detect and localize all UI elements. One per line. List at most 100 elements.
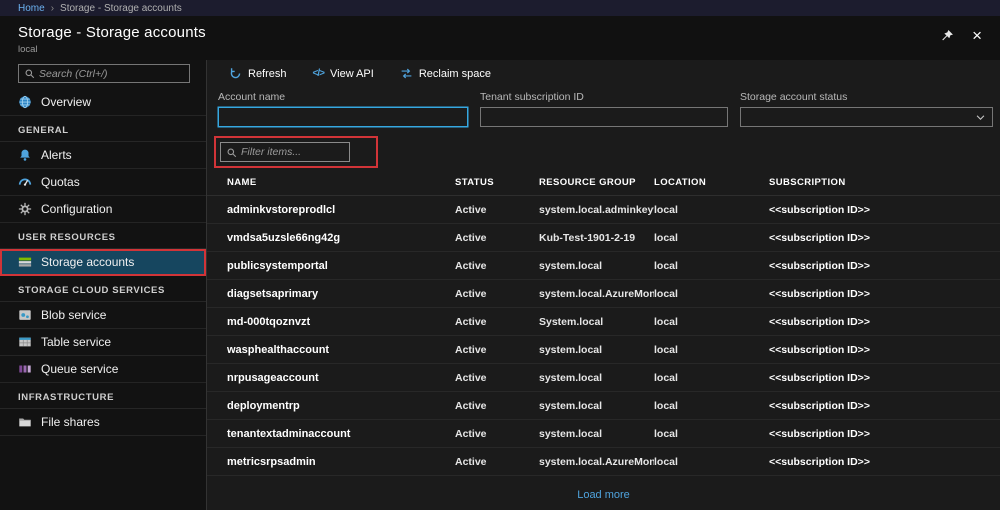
sidebar-section-heading: STORAGE CLOUD SERVICES [0, 276, 206, 302]
annotation-box-filter-items [214, 136, 378, 168]
cell-name: diagsetsaprimary [227, 288, 455, 300]
table-body: adminkvstoreprodlclActivesystem.local.ad… [207, 196, 1000, 476]
cell-resource-group: system.local [539, 344, 654, 356]
column-header-status[interactable]: STATUS [455, 177, 539, 188]
cell-resource-group: system.local [539, 428, 654, 440]
code-icon: </> [313, 68, 324, 79]
sidebar-item-file-shares[interactable]: File shares [0, 409, 206, 436]
cell-location: local [654, 428, 769, 440]
tenant-subscription-label: Tenant subscription ID [480, 91, 728, 103]
cell-status: Active [455, 456, 539, 468]
storage-accounts-table: NAMESTATUSRESOURCE GROUPLOCATIONSUBSCRIP… [207, 170, 1000, 503]
page-title: Storage - Storage accounts [18, 24, 206, 41]
table-row[interactable]: wasphealthaccountActivesystem.locallocal… [207, 336, 1000, 364]
sidebar-item-configuration[interactable]: Configuration [0, 196, 206, 223]
sidebar-item-table-service[interactable]: Table service [0, 329, 206, 356]
table-row[interactable]: deploymentrpActivesystem.locallocal<<sub… [207, 392, 1000, 420]
cell-resource-group: system.local [539, 400, 654, 412]
sidebar-item-label: Table service [41, 335, 111, 349]
cell-location: local [654, 456, 769, 468]
refresh-button[interactable]: Refresh [229, 67, 287, 80]
quotas-icon [18, 175, 32, 189]
table-row[interactable]: md-000tqoznvztActiveSystem.locallocal<<s… [207, 308, 1000, 336]
sidebar-item-overview[interactable]: Overview [0, 89, 206, 116]
storage-status-label: Storage account status [740, 91, 993, 103]
cell-status: Active [455, 400, 539, 412]
tenant-subscription-input[interactable] [480, 107, 728, 127]
sidebar-item-queue-service[interactable]: Queue service [0, 356, 206, 383]
cell-subscription: <<subscription ID>> [769, 456, 1000, 468]
sidebar-item-alerts[interactable]: Alerts [0, 142, 206, 169]
load-more-link[interactable]: Load more [577, 489, 630, 501]
table-row[interactable]: diagsetsaprimaryActivesystem.local.Azure… [207, 280, 1000, 308]
account-name-label: Account name [218, 91, 468, 103]
search-icon [24, 68, 35, 79]
cell-name: vmdsa5uzsle66ng42g [227, 232, 455, 244]
table-row[interactable]: metricsrpsadminActivesystem.local.AzureM… [207, 448, 1000, 476]
close-icon[interactable]: × [972, 29, 982, 43]
cell-location: local [654, 204, 769, 216]
cell-name: md-000tqoznvzt [227, 316, 455, 328]
configuration-icon [18, 202, 32, 216]
cell-location: local [654, 260, 769, 272]
table-row[interactable]: adminkvstoreprodlclActivesystem.local.ad… [207, 196, 1000, 224]
sidebar-section-heading: GENERAL [0, 116, 206, 142]
cell-resource-group: system.local [539, 260, 654, 272]
storage-status-dropdown[interactable] [740, 107, 993, 127]
column-header-resource-group[interactable]: RESOURCE GROUP [539, 177, 654, 188]
breadcrumb-home-link[interactable]: Home [18, 3, 45, 14]
cell-status: Active [455, 344, 539, 356]
cell-resource-group: system.local.AzureMon... [539, 456, 654, 468]
cell-location: local [654, 316, 769, 328]
search-icon [226, 147, 237, 158]
cell-location: local [654, 372, 769, 384]
sidebar-item-quotas[interactable]: Quotas [0, 169, 206, 196]
cell-subscription: <<subscription ID>> [769, 428, 1000, 440]
cell-location: local [654, 232, 769, 244]
reclaim-space-button[interactable]: Reclaim space [400, 67, 491, 80]
sidebar-nav: OverviewGENERAL Alerts QuotasConfiguration… [0, 89, 206, 436]
cell-subscription: <<subscription ID>> [769, 344, 1000, 356]
blade-header: Storage - Storage accounts local × [0, 16, 1000, 60]
table-row[interactable]: vmdsa5uzsle66ng42gActiveKub-Test-1901-2-… [207, 224, 1000, 252]
table-row[interactable]: tenantextadminaccountActivesystem.locall… [207, 420, 1000, 448]
refresh-icon [229, 67, 242, 80]
main-panel: Refresh </> View API Reclaim space Accou… [207, 60, 1000, 510]
table-row[interactable]: nrpusageaccountActivesystem.locallocal<<… [207, 364, 1000, 392]
column-header-subscription[interactable]: SUBSCRIPTION [769, 177, 1000, 188]
cell-location: local [654, 288, 769, 300]
view-api-button[interactable]: </> View API [313, 68, 374, 80]
column-header-name[interactable]: NAME [227, 177, 455, 188]
cell-location: local [654, 344, 769, 356]
sidebar-item-storage-accounts[interactable]: Storage accounts [0, 249, 206, 276]
filter-items-input[interactable] [241, 146, 344, 158]
load-more-container: Load more [207, 485, 1000, 503]
sidebar-item-label: Queue service [41, 362, 118, 376]
sidebar-search[interactable] [18, 64, 190, 83]
page-subtitle: local [18, 44, 206, 55]
sidebar-item-label: Alerts [41, 148, 72, 162]
file-shares-icon [18, 415, 32, 429]
globe-icon [18, 95, 32, 109]
blob-service-icon [18, 308, 32, 322]
column-header-location[interactable]: LOCATION [654, 177, 769, 188]
filter-items-searchbox[interactable] [220, 142, 350, 162]
sidebar: OverviewGENERAL Alerts QuotasConfiguration… [0, 60, 207, 510]
sidebar-item-blob-service[interactable]: Blob service [0, 302, 206, 329]
breadcrumb-current: Storage - Storage accounts [60, 3, 182, 14]
table-service-icon [18, 335, 32, 349]
storage-accounts-icon [18, 255, 32, 269]
cell-status: Active [455, 372, 539, 384]
table-header: NAMESTATUSRESOURCE GROUPLOCATIONSUBSCRIP… [207, 170, 1000, 196]
cell-subscription: <<subscription ID>> [769, 232, 1000, 244]
account-name-input[interactable] [218, 107, 468, 127]
sidebar-search-input[interactable] [39, 68, 184, 80]
chevron-down-icon [975, 112, 986, 123]
cell-resource-group: system.local.AzureMon... [539, 288, 654, 300]
breadcrumb: Home › Storage - Storage accounts [0, 0, 1000, 16]
cell-subscription: <<subscription ID>> [769, 400, 1000, 412]
pin-icon[interactable] [940, 29, 954, 43]
table-row[interactable]: publicsystemportalActivesystem.localloca… [207, 252, 1000, 280]
cell-subscription: <<subscription ID>> [769, 260, 1000, 272]
cell-name: wasphealthaccount [227, 344, 455, 356]
